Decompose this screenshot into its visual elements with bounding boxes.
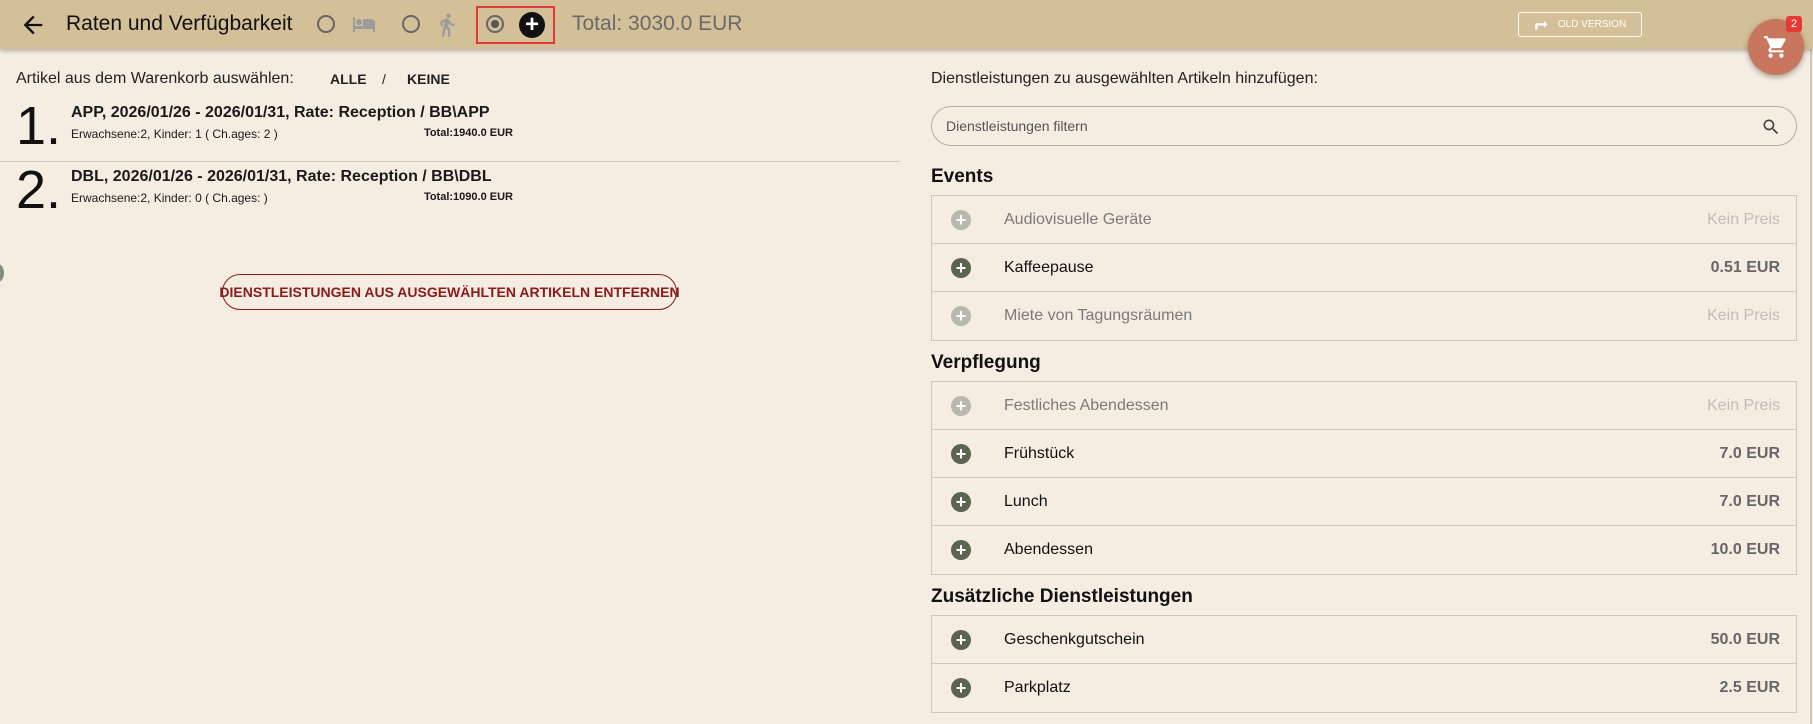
service-row[interactable]: + Festliches Abendessen Kein Preis bbox=[932, 382, 1796, 430]
service-name: Geschenkgutschein bbox=[1004, 631, 1145, 648]
service-price: 0.51 EUR bbox=[1710, 259, 1780, 276]
service-list-verpflegung: + Festliches Abendessen Kein Preis + Frü… bbox=[931, 381, 1797, 575]
add-circle-icon[interactable]: + bbox=[519, 12, 545, 38]
service-price: 7.0 EUR bbox=[1719, 493, 1780, 510]
service-price: 2.5 EUR bbox=[1719, 679, 1780, 696]
top-toolbar: Raten und Verfügbarkeit + Total: 3030.0 … bbox=[0, 0, 1813, 49]
service-row[interactable]: + Kaffeepause 0.51 EUR bbox=[932, 244, 1796, 292]
item-number: 2. bbox=[16, 160, 62, 220]
service-row[interactable]: + Audiovisuelle Geräte Kein Preis bbox=[932, 196, 1796, 244]
old-version-label: OLD VERSION bbox=[1557, 19, 1627, 30]
service-list-additional: + Geschenkgutschein 50.0 EUR + Parkplatz… bbox=[931, 615, 1797, 713]
redirect-arrow-icon bbox=[1534, 20, 1548, 30]
add-service-icon[interactable]: + bbox=[951, 396, 971, 416]
service-price: Kein Preis bbox=[1707, 307, 1780, 324]
item-total: Total:1090.0 EUR bbox=[423, 191, 513, 203]
add-service-icon[interactable]: + bbox=[951, 540, 971, 560]
page-title: Raten und Verfügbarkeit bbox=[66, 12, 293, 35]
item-total: Total:1940.0 EUR bbox=[423, 127, 513, 139]
step-radio-rooms[interactable] bbox=[317, 15, 335, 33]
old-version-button[interactable]: OLD VERSION bbox=[1518, 12, 1642, 37]
group-title-events: Events bbox=[931, 166, 994, 187]
service-name: Audiovisuelle Geräte bbox=[1004, 211, 1152, 228]
back-arrow-icon[interactable] bbox=[18, 11, 48, 39]
service-row[interactable]: + Geschenkgutschein 50.0 EUR bbox=[932, 616, 1796, 664]
search-icon[interactable] bbox=[1761, 117, 1781, 137]
service-name: Kaffeepause bbox=[1004, 259, 1094, 276]
item-guests: Erwachsene:2, Kinder: 0 ( Ch.ages: ) bbox=[71, 191, 268, 205]
item-number: 1. bbox=[16, 96, 62, 156]
select-items-label: Artikel aus dem Warenkorb auswählen: bbox=[16, 70, 294, 87]
add-service-icon[interactable]: + bbox=[951, 210, 971, 230]
service-price: Kein Preis bbox=[1707, 397, 1780, 414]
service-name: Lunch bbox=[1004, 493, 1048, 510]
service-name: Festliches Abendessen bbox=[1004, 397, 1169, 414]
add-service-icon[interactable]: + bbox=[951, 678, 971, 698]
cart-item[interactable]: 2. DBL, 2026/01/26 - 2026/01/31, Rate: R… bbox=[0, 163, 900, 225]
service-row[interactable]: + Parkplatz 2.5 EUR bbox=[932, 664, 1796, 712]
item-title: DBL, 2026/01/26 - 2026/01/31, Rate: Rece… bbox=[71, 168, 492, 185]
cart-item[interactable]: 1. APP, 2026/01/26 - 2026/01/31, Rate: R… bbox=[0, 99, 900, 162]
add-service-icon[interactable]: + bbox=[951, 630, 971, 650]
service-list-events: + Audiovisuelle Geräte Kein Preis + Kaff… bbox=[931, 195, 1797, 341]
group-title-additional: Zusätzliche Dienstleistungen bbox=[931, 586, 1193, 607]
bed-icon[interactable] bbox=[347, 12, 381, 36]
side-drawer-handle[interactable] bbox=[0, 264, 4, 282]
scrollbar-track[interactable] bbox=[1810, 49, 1812, 724]
add-service-icon[interactable]: + bbox=[951, 492, 971, 512]
service-name: Abendessen bbox=[1004, 541, 1093, 558]
walk-icon[interactable] bbox=[434, 10, 460, 40]
item-title: APP, 2026/01/26 - 2026/01/31, Rate: Rece… bbox=[71, 104, 490, 121]
service-price: 10.0 EUR bbox=[1710, 541, 1780, 558]
service-name: Parkplatz bbox=[1004, 679, 1071, 696]
service-row[interactable]: + Abendessen 10.0 EUR bbox=[932, 526, 1796, 574]
service-filter-input[interactable] bbox=[944, 117, 1728, 135]
service-price: 7.0 EUR bbox=[1719, 445, 1780, 462]
add-service-icon[interactable]: + bbox=[951, 258, 971, 278]
service-price: 50.0 EUR bbox=[1710, 631, 1780, 648]
service-row[interactable]: + Frühstück 7.0 EUR bbox=[932, 430, 1796, 478]
service-row[interactable]: + Lunch 7.0 EUR bbox=[932, 478, 1796, 526]
cart-button[interactable]: 2 bbox=[1748, 16, 1804, 75]
add-services-label: Dienstleistungen zu ausgewählten Artikel… bbox=[931, 70, 1318, 87]
add-service-icon[interactable]: + bbox=[951, 444, 971, 464]
step-radio-services[interactable] bbox=[486, 15, 504, 33]
step-radio-activities[interactable] bbox=[402, 15, 420, 33]
service-name: Frühstück bbox=[1004, 445, 1075, 462]
cart-count-badge: 2 bbox=[1786, 16, 1802, 32]
service-name: Miete von Tagungsräumen bbox=[1004, 307, 1193, 324]
cart-total: Total: 3030.0 EUR bbox=[572, 12, 743, 35]
service-row[interactable]: + Miete von Tagungsräumen Kein Preis bbox=[932, 292, 1796, 340]
service-price: Kein Preis bbox=[1707, 211, 1780, 228]
group-title-verpflegung: Verpflegung bbox=[931, 352, 1041, 373]
item-guests: Erwachsene:2, Kinder: 1 ( Ch.ages: 2 ) bbox=[71, 127, 278, 141]
service-filter-field[interactable] bbox=[931, 106, 1797, 146]
remove-services-button[interactable]: DIENSTLEISTUNGEN AUS AUSGEWÄHLTEN ARTIKE… bbox=[219, 274, 680, 310]
shopping-cart-icon bbox=[1764, 36, 1786, 58]
add-service-icon[interactable]: + bbox=[951, 306, 971, 326]
select-separator: / bbox=[382, 71, 386, 87]
select-all-button[interactable]: ALLE bbox=[330, 71, 367, 87]
select-none-button[interactable]: KEINE bbox=[407, 71, 450, 87]
